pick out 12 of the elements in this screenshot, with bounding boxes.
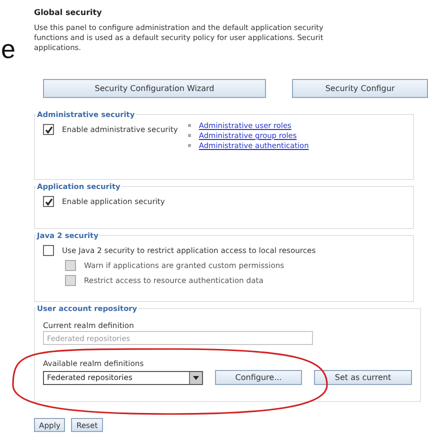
panel-title: Global security (34, 8, 103, 17)
wizard-button[interactable]: Security Configur (292, 79, 428, 98)
text-fragment: e (1, 34, 16, 65)
bullet-icon (188, 134, 191, 137)
checkbox[interactable] (43, 196, 54, 207)
checkbox[interactable] (43, 124, 54, 135)
checkbox[interactable] (43, 245, 54, 256)
bullet-icon (188, 144, 191, 147)
bullet-icon (188, 124, 191, 127)
realm-button[interactable]: Set as current (314, 370, 412, 385)
realm-button[interactable]: Configure... (215, 370, 302, 385)
wizard-button[interactable]: Security Configuration Wizard (43, 79, 266, 98)
